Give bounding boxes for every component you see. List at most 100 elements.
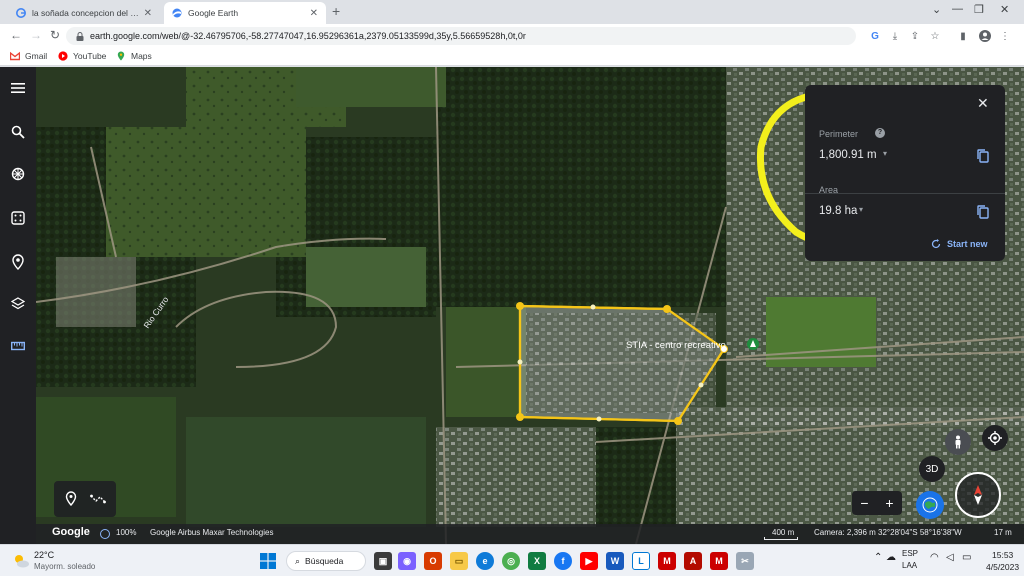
close-icon[interactable]: ✕ <box>310 8 318 19</box>
back-icon[interactable]: ← <box>10 28 22 42</box>
minimize-icon[interactable]: — <box>952 3 963 15</box>
polygon-vertex[interactable] <box>516 302 524 310</box>
star-icon[interactable]: ☆ <box>928 29 942 43</box>
language-code[interactable]: ESP <box>902 549 918 558</box>
start-new-button[interactable]: Start new <box>947 239 988 249</box>
file-explorer-icon[interactable]: ▭ <box>450 552 468 570</box>
measure-panel: ✕ Perimeter ? 1,800.91 m ▾ Area 19.8 ha … <box>805 85 1005 261</box>
windows-start-icon[interactable] <box>260 553 276 569</box>
pegman-icon[interactable] <box>945 429 971 455</box>
share-icon[interactable]: ⇪ <box>908 29 922 43</box>
bookmark-maps[interactable]: Maps <box>116 51 152 61</box>
reload-icon[interactable]: ↻ <box>50 28 60 42</box>
app-l-icon[interactable]: L <box>632 552 650 570</box>
copy-icon[interactable] <box>975 204 991 220</box>
office-icon[interactable]: O <box>424 552 442 570</box>
sidepanel-icon[interactable]: ▮ <box>956 29 970 43</box>
map-style-layers-icon[interactable] <box>7 293 29 315</box>
word-icon[interactable]: W <box>606 552 624 570</box>
perimeter-value[interactable]: 1,800.91 m <box>819 149 877 161</box>
area-value[interactable]: 19.8 ha <box>819 205 857 217</box>
polygon-midpoint[interactable] <box>590 304 596 310</box>
snipping-tool-icon[interactable]: ✂ <box>736 552 754 570</box>
bookmark-label: YouTube <box>73 51 107 61</box>
facebook-icon[interactable]: f <box>554 552 572 570</box>
polygon-vertex[interactable] <box>663 305 671 313</box>
feeling-lucky-dice-icon[interactable] <box>7 207 29 229</box>
tab-strip: la soñada concepcion del urugu ✕ Google … <box>0 0 1024 24</box>
new-tab-icon[interactable]: + <box>332 3 340 19</box>
polygon-midpoint[interactable] <box>517 359 523 365</box>
help-icon[interactable]: ? <box>875 128 885 138</box>
my-location-icon[interactable] <box>982 425 1008 451</box>
close-icon[interactable]: ✕ <box>144 8 152 19</box>
chrome-icon[interactable]: ◎ <box>502 552 520 570</box>
taskbar-search[interactable]: ⌕ Búsqueda <box>286 551 366 571</box>
acrobat-icon[interactable]: A <box>684 552 702 570</box>
edge-icon[interactable]: e <box>476 552 494 570</box>
projects-pin-icon[interactable] <box>7 251 29 273</box>
chevron-up-icon[interactable]: ⌃ <box>874 552 882 563</box>
excel-icon[interactable]: X <box>528 552 546 570</box>
chevron-down-icon[interactable]: ⌄ <box>932 3 941 16</box>
close-icon[interactable]: ✕ <box>977 95 989 112</box>
mcafee-alt-icon[interactable]: M <box>710 552 728 570</box>
cloud-icon[interactable]: ☁ <box>886 552 896 563</box>
compass-icon[interactable] <box>955 472 1001 518</box>
measure-ruler-icon[interactable] <box>7 335 29 357</box>
avatar[interactable] <box>978 29 992 43</box>
mcafee-icon[interactable]: M <box>658 552 676 570</box>
google-lens-icon[interactable]: G <box>868 29 882 43</box>
clock-date[interactable]: 4/5/2023 <box>986 562 1019 572</box>
measured-polygon[interactable] <box>516 302 728 425</box>
globe-icon[interactable] <box>916 491 944 519</box>
toggle-3d-button[interactable]: 3D <box>919 456 945 482</box>
draw-path-icon[interactable] <box>90 493 106 505</box>
polygon-vertex[interactable] <box>516 413 524 421</box>
restart-icon[interactable] <box>931 239 941 249</box>
weather-sun-cloud-icon[interactable] <box>12 552 30 570</box>
search-icon[interactable] <box>7 121 29 143</box>
battery-icon[interactable]: ▭ <box>962 552 971 563</box>
tab-search[interactable]: la soñada concepcion del urugu ✕ <box>8 2 160 24</box>
weather-description[interactable]: Mayorm. soleado <box>34 562 95 571</box>
gmail-icon <box>10 51 20 61</box>
field-area <box>306 247 426 307</box>
clock-time[interactable]: 15:53 <box>992 550 1013 560</box>
chevron-down-icon[interactable]: ▾ <box>883 149 887 158</box>
bookmark-youtube[interactable]: YouTube <box>58 51 106 61</box>
keyboard-layout[interactable]: LAA <box>902 561 917 570</box>
google-g-icon <box>16 8 26 18</box>
polygon-midpoint[interactable] <box>596 416 602 422</box>
tab-title: la soñada concepcion del urugu <box>32 8 140 18</box>
google-earth-viewport: STIA - centro recreativo Rio Curro ✕ Per… <box>0 67 1024 544</box>
loading-ring-icon <box>100 529 110 539</box>
weather-temperature[interactable]: 22°C <box>34 550 54 560</box>
forward-icon[interactable]: → <box>30 28 42 42</box>
polygon-vertex[interactable] <box>674 417 682 425</box>
install-icon[interactable]: ⤓ <box>888 29 902 43</box>
field-area <box>446 307 526 417</box>
window-close-icon[interactable]: ✕ <box>1000 3 1009 16</box>
drawing-tools <box>54 481 116 517</box>
tab-google-earth[interactable]: Google Earth ✕ <box>164 2 326 24</box>
add-placemark-icon[interactable] <box>65 491 77 506</box>
browser-toolbar: ← → ↻ earth.google.com/web/@-32.46795706… <box>0 24 1024 48</box>
task-view-icon[interactable]: ▣ <box>374 552 392 570</box>
voyager-icon[interactable] <box>7 163 29 185</box>
hamburger-menu-icon[interactable] <box>7 77 29 99</box>
youtube-icon[interactable]: ▶ <box>580 552 598 570</box>
wifi-icon[interactable]: ◠ <box>930 552 939 563</box>
chevron-down-icon[interactable]: ▾ <box>859 205 863 214</box>
speaker-icon[interactable]: ◁ <box>946 552 954 563</box>
bookmark-gmail[interactable]: Gmail <box>10 51 47 61</box>
zoom-in-icon[interactable]: + <box>885 495 893 511</box>
menu-icon[interactable]: ⋮ <box>998 29 1012 43</box>
address-bar[interactable]: earth.google.com/web/@-32.46795706,-58.2… <box>66 27 856 45</box>
copy-icon[interactable] <box>975 148 991 164</box>
maximize-icon[interactable]: ❐ <box>974 3 984 16</box>
zoom-out-icon[interactable]: − <box>860 495 868 511</box>
polygon-midpoint[interactable] <box>698 382 704 388</box>
bookmark-label: Maps <box>131 51 152 61</box>
teams-chat-icon[interactable]: ◉ <box>398 552 416 570</box>
